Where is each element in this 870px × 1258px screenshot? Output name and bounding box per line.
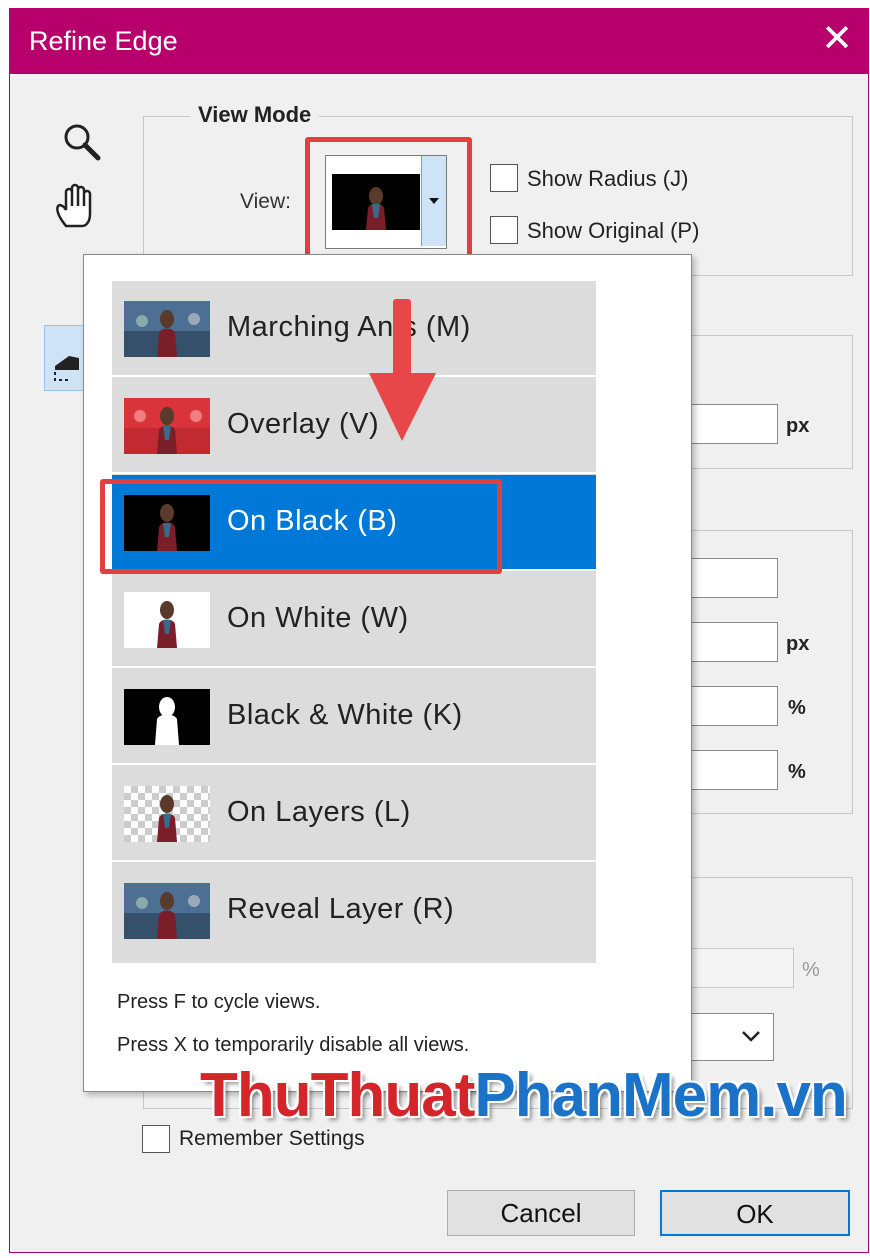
chevron-down-icon	[742, 1031, 760, 1042]
close-icon[interactable]: ✕	[821, 20, 853, 58]
highlight-view-dropdown	[305, 137, 472, 267]
show-original-checkbox[interactable]	[490, 216, 518, 244]
black-white-thumbnail	[124, 689, 210, 745]
cancel-button[interactable]: Cancel	[447, 1190, 635, 1236]
remember-settings-checkbox[interactable]	[142, 1125, 170, 1153]
menu-item-on-white[interactable]: On White (W)	[112, 572, 596, 668]
show-original-label: Show Original (P)	[527, 218, 700, 243]
menu-item-on-layers[interactable]: On Layers (L)	[112, 766, 596, 862]
menu-item-label: On Layers (L)	[227, 796, 411, 828]
contrast-input[interactable]	[690, 686, 778, 726]
menu-item-black-white[interactable]: Black & White (K)	[112, 669, 596, 765]
on-layers-thumbnail	[124, 786, 210, 842]
menu-item-marching-ants[interactable]: Marching Ants (M)	[112, 281, 596, 377]
menu-item-overlay[interactable]: Overlay (V)	[112, 378, 596, 474]
watermark-part2: PhanMem	[474, 1061, 761, 1130]
overlay-thumbnail	[124, 398, 210, 454]
marching-ants-thumbnail	[124, 301, 210, 357]
refine-radius-tool-icon[interactable]	[44, 325, 86, 391]
watermark-part3: .vn	[760, 1061, 848, 1130]
smooth-input[interactable]	[690, 558, 778, 598]
title-bar: Refine Edge ✕	[9, 8, 869, 74]
watermark-logo: ThuThuatPhanMem.vn	[200, 1060, 848, 1131]
menu-item-label: Overlay (V)	[227, 408, 380, 440]
menu-item-reveal-layer[interactable]: Reveal Layer (R)	[112, 863, 596, 959]
menu-item-label: On White (W)	[227, 602, 409, 634]
shift-edge-unit: %	[788, 761, 806, 783]
hint-cycle-views: Press F to cycle views.	[117, 991, 321, 1013]
view-label: View:	[240, 190, 291, 213]
contrast-unit: %	[788, 697, 806, 719]
highlight-on-black	[100, 479, 502, 574]
on-white-thumbnail	[124, 592, 210, 648]
view-mode-menu: Marching Ants (M) Overlay (V) On Black (…	[112, 281, 596, 963]
ok-button[interactable]: OK	[660, 1190, 850, 1236]
show-radius-label: Show Radius (J)	[527, 166, 689, 191]
feather-unit: px	[786, 633, 810, 655]
reveal-layer-thumbnail	[124, 883, 210, 939]
amount-input[interactable]	[690, 948, 794, 988]
amount-unit: %	[802, 959, 820, 981]
menu-item-label: Black & White (K)	[227, 699, 463, 731]
hint-disable-views: Press X to temporarily disable all views…	[117, 1034, 470, 1056]
menu-item-label: Reveal Layer (R)	[227, 893, 455, 925]
radius-input[interactable]	[690, 404, 778, 444]
feather-input[interactable]	[690, 622, 778, 662]
show-radius-checkbox[interactable]	[490, 164, 518, 192]
view-mode-legend: View Mode	[190, 102, 320, 128]
arrow-down-icon	[369, 299, 436, 441]
shift-edge-input[interactable]	[690, 750, 778, 790]
output-to-select[interactable]	[690, 1013, 774, 1061]
hand-tool-icon[interactable]	[52, 182, 104, 230]
watermark-part1: ThuThuat	[200, 1061, 475, 1130]
zoom-tool-icon[interactable]	[60, 120, 104, 164]
radius-unit: px	[786, 415, 810, 437]
window-title: Refine Edge	[29, 26, 178, 56]
